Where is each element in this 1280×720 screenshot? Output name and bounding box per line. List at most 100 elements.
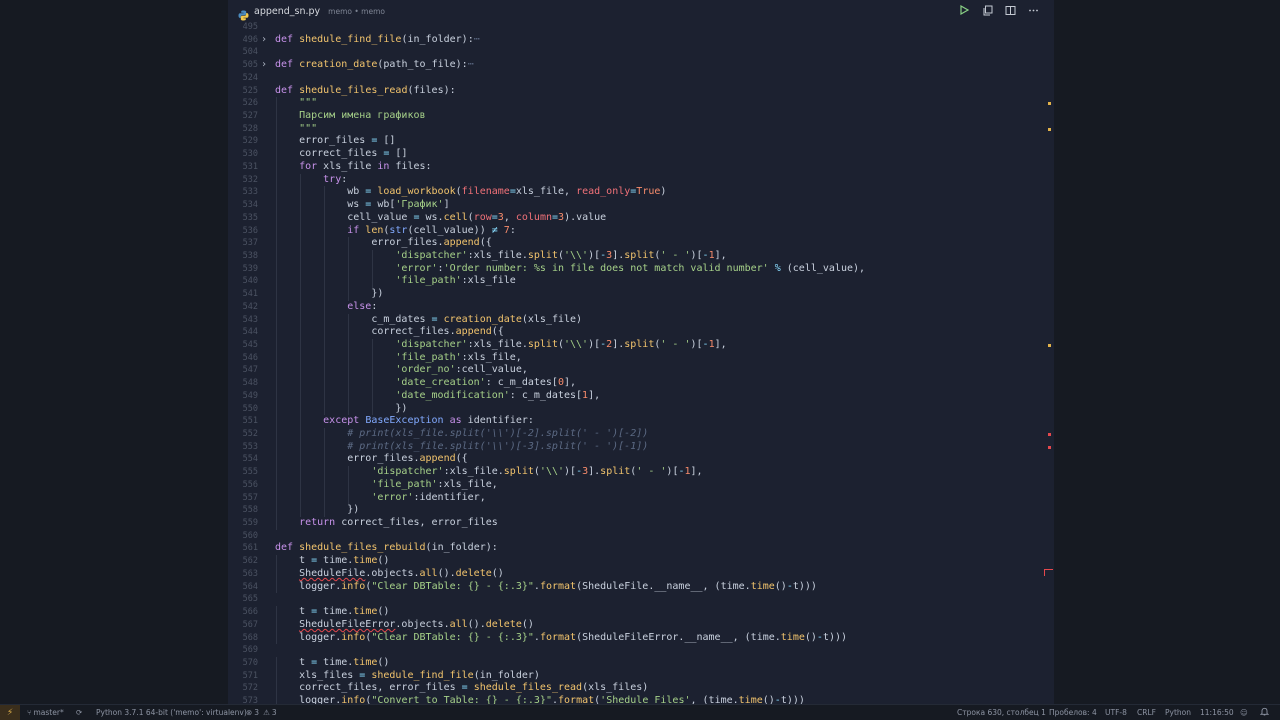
code-line[interactable]: 541})	[228, 288, 1054, 301]
code-line[interactable]: 505 › def creation_date(path_to_file):⋯	[228, 59, 1054, 72]
code-line[interactable]: 571 xls_files = shedule_find_file(in_fold…	[228, 669, 1054, 683]
code-line[interactable]: 559 return correct_files, error_files	[228, 517, 1054, 530]
sync-item[interactable]: ⟳	[76, 705, 82, 720]
code-line[interactable]: 539 'error':'Order number: %s in file doe…	[228, 262, 1054, 276]
code-token: creation_date	[443, 313, 522, 325]
encoding-item[interactable]: UTF-8	[1105, 705, 1127, 720]
code-line[interactable]: 568 logger.info("Clear DBTable: {} - {:.3…	[228, 631, 1054, 645]
code-line[interactable]: 564 logger.info("Clear DBTable: {} - {:.3…	[228, 580, 1054, 594]
editor-pane[interactable]: append_sn.py memo • memo 495 496 › def shed…	[228, 0, 1054, 704]
code-line[interactable]: 555 'dispatcher':xls_file.split('\\')[-3]…	[228, 466, 1054, 479]
eol-item[interactable]: CRLF	[1137, 705, 1156, 720]
code-line[interactable]: 547 'order_no':cell_value,	[228, 364, 1054, 378]
code-line[interactable]: 556 'file_path':xls_file,	[228, 478, 1054, 492]
code-line[interactable]: 495	[228, 21, 1054, 34]
code-line[interactable]: 529 error_files = []	[228, 135, 1054, 149]
code-line[interactable]: 560	[228, 530, 1054, 543]
indent-guide	[324, 288, 326, 301]
remote-indicator[interactable]: ⚡	[0, 705, 20, 720]
code-token: time	[738, 695, 763, 704]
code-line[interactable]: 573 logger.info("Convert to Table: {} - {…	[228, 695, 1054, 704]
code-line[interactable]: 531 for xls_file in files:	[228, 160, 1054, 174]
code-line[interactable]: 536 if len(str(cell_value)) ≠ 7:	[228, 224, 1054, 238]
code-token: time	[353, 606, 378, 618]
notifications-item[interactable]	[1259, 705, 1270, 720]
code-line[interactable]: 528 """	[228, 122, 1054, 136]
code-line[interactable]: 544 correct_files.append({	[228, 326, 1054, 339]
code-line[interactable]: 545 'dispatcher':xls_file.split('\\')[-2]…	[228, 338, 1054, 352]
fold-chevron-icon[interactable]: ›	[261, 59, 267, 72]
code-line[interactable]: 569	[228, 644, 1054, 657]
indent-guide	[372, 275, 374, 289]
indent-guide	[300, 224, 302, 238]
code-line[interactable]: 533 wb = load_workbook(filename=xls_file,…	[228, 186, 1054, 200]
open-changes-icon[interactable]	[980, 3, 994, 17]
code-line[interactable]: 552 # print(xls_file.split('\\')[-2].spli…	[228, 428, 1054, 441]
cursor-position[interactable]: Строка 630, столбец 1	[957, 705, 1046, 720]
code-token: correct_files	[299, 148, 384, 160]
code-line[interactable]: 572 correct_files, error_files = shedule_…	[228, 682, 1054, 696]
interpreter-item[interactable]: Python 3.7.1 64-bit ('memo': virtualenv)	[96, 705, 247, 720]
language-item[interactable]: Python	[1165, 705, 1191, 720]
code-line[interactable]: 551 except BaseException as identifier:	[228, 415, 1054, 428]
indent-guide	[324, 478, 326, 492]
feedback-item[interactable]: ☺	[1240, 705, 1248, 720]
code-line[interactable]: 504	[228, 46, 1054, 59]
code-token: 'Shedule Files'	[600, 695, 691, 704]
branch-icon: ⑂	[27, 708, 32, 717]
code-line[interactable]: 546 'file_path':xls_file,	[228, 351, 1054, 365]
code-line[interactable]: 496 › def shedule_find_file(in_folder):⋯	[228, 34, 1054, 47]
code-line[interactable]: 537 error_files.append({	[228, 237, 1054, 250]
code-line[interactable]: 540 'file_path':xls_file	[228, 275, 1054, 289]
problems-item[interactable]: ⊗ 3 ⚠ 3	[246, 705, 277, 720]
code-text: except BaseException as identifier:	[323, 415, 534, 428]
code-line[interactable]: 558})	[228, 504, 1054, 518]
indent-guide	[324, 313, 326, 327]
code-token: , (time.	[690, 695, 739, 704]
code-line[interactable]: 570 t = time.time()	[228, 656, 1054, 670]
code-line[interactable]: 548 'date_creation': c_m_dates[0],	[228, 377, 1054, 390]
code-line[interactable]: 566 t = time.time()	[228, 606, 1054, 619]
indent-guide	[276, 186, 277, 200]
code-line[interactable]: 535 cell_value = ws.cell(row=3, column=3)…	[228, 211, 1054, 225]
code-line[interactable]: 557 'error':identifier,	[228, 491, 1054, 505]
code-line[interactable]: 525 def shedule_files_read(files):	[228, 85, 1054, 98]
code-text: 'date_modification': c_m_dates[1],	[395, 390, 600, 403]
run-icon[interactable]	[957, 3, 971, 17]
code-lines[interactable]: 495 496 › def shedule_find_file(in_folder):…	[228, 21, 1054, 704]
code-text: 'file_path':xls_file	[395, 275, 515, 288]
code-token: t)))	[780, 695, 805, 704]
code-line[interactable]: 543 c_m_dates = creation_date(xls_file)	[228, 313, 1054, 327]
branch-item[interactable]: ⑂ master*	[27, 705, 64, 720]
code-token: })	[371, 288, 384, 300]
code-line[interactable]: 530 correct_files = []	[228, 148, 1054, 161]
code-token: Парсим имена графиков	[299, 110, 426, 122]
indentation-item[interactable]: Пробелов: 4	[1049, 705, 1097, 720]
code-line[interactable]: 527 Парсим имена графиков	[228, 110, 1054, 123]
code-line[interactable]: 524	[228, 72, 1054, 85]
code-line[interactable]: 554 error_files.append({	[228, 453, 1054, 467]
tab-append-sn[interactable]: append_sn.py memo • memo	[238, 4, 385, 20]
indent-guide	[324, 224, 326, 238]
code-line[interactable]: 538 'dispatcher':xls_file.split('\\')[-3]…	[228, 249, 1054, 263]
overview-ruler[interactable]	[1046, 22, 1052, 702]
code-token: # print(xls_file.split('\\')[-2].split('…	[347, 428, 649, 439]
code-line[interactable]: 563 SheduleFile.objects.all().delete()	[228, 567, 1054, 581]
code-line[interactable]: 534 ws = wb['График']	[228, 199, 1054, 212]
code-token: shedule_find_file	[371, 669, 474, 681]
code-token: :	[371, 300, 378, 312]
code-line[interactable]: 553 # print(xls_file.split('\\')[-3].spli…	[228, 440, 1054, 454]
code-line[interactable]: 542 else:	[228, 300, 1054, 314]
code-line[interactable]: 550})	[228, 402, 1054, 416]
code-line[interactable]: 561 def shedule_files_rebuild(in_folder):	[228, 542, 1054, 555]
code-line[interactable]: 567 SheduleFileError.objects.all().delete…	[228, 618, 1054, 632]
code-line[interactable]: 562 t = time.time()	[228, 555, 1054, 568]
code-line[interactable]: 549 'date_modification': c_m_dates[1],	[228, 389, 1054, 403]
indent-guide	[348, 338, 350, 352]
more-actions-icon[interactable]	[1026, 3, 1040, 17]
split-editor-icon[interactable]	[1003, 3, 1017, 17]
code-line[interactable]: 565	[228, 593, 1054, 606]
code-line[interactable]: 532 try:	[228, 173, 1054, 187]
code-line[interactable]: 526 """	[228, 97, 1054, 111]
fold-chevron-icon[interactable]: ›	[261, 34, 267, 47]
